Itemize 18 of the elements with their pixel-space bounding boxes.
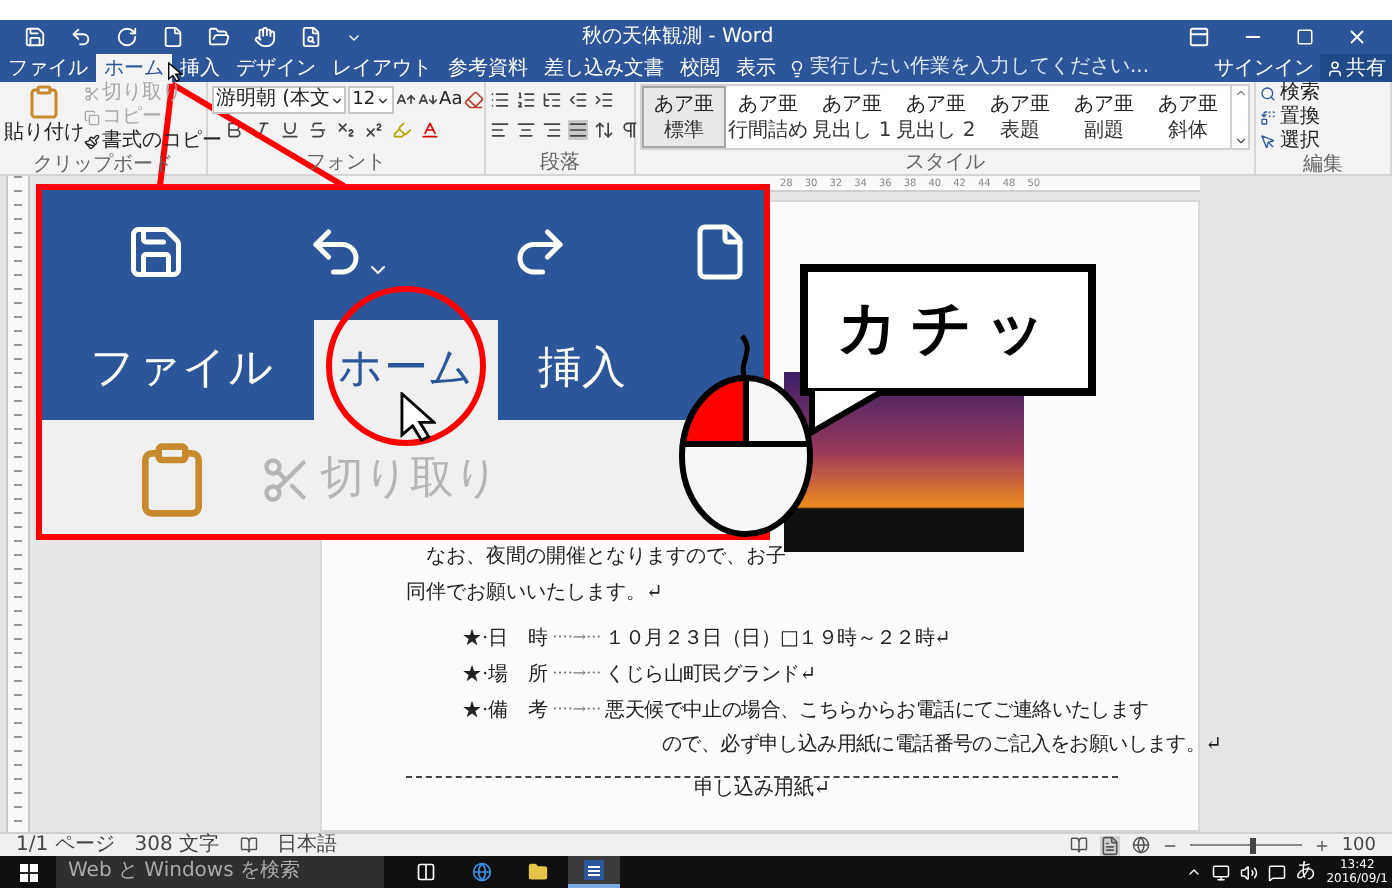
- group-label: スタイル: [903, 152, 987, 174]
- detail-value: １０月２３日（日）□１９時～２２時↵: [605, 625, 951, 653]
- detail-value: くじら山町民グランド↵: [605, 661, 816, 689]
- group-label: 編集: [1301, 154, 1345, 176]
- document-paragraph: なお、夜間の開催となりますので、お子: [424, 543, 786, 572]
- detail-label: ★·日 時: [462, 625, 549, 653]
- detail-value: ので、必ず申し込み用紙に電話番号のご記入をお願いします。↵: [660, 731, 1222, 760]
- detail-label: ★·場 所: [462, 661, 549, 689]
- tab-leader: ····→···: [552, 662, 602, 686]
- detail-value: 悪天候で中止の場合、こちらからお電話にてご連絡いたします: [605, 697, 1149, 725]
- sound-effect-text: カチッ: [837, 294, 1059, 366]
- tab-leader: ····→···: [552, 698, 602, 722]
- section-title: 申し込み用紙↵: [693, 778, 831, 802]
- document-paragraph: 同伴でお願いいたします。↵: [406, 580, 663, 608]
- window-title: 秋の天体観測 - Word: [582, 25, 774, 49]
- group-label: 段落: [538, 152, 582, 174]
- tab-leader: ····→···: [552, 626, 602, 650]
- detail-label: ★·備 考: [462, 697, 549, 725]
